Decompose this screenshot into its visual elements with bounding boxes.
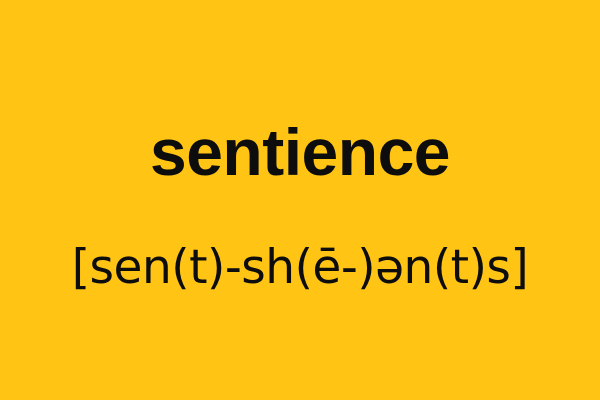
pronunciation: [sen(t)-sh(ē-)ən(t)s] [71, 240, 529, 295]
word-card: sentience [sen(t)-sh(ē-)ən(t)s] [0, 0, 600, 400]
headword: sentience [150, 115, 450, 189]
